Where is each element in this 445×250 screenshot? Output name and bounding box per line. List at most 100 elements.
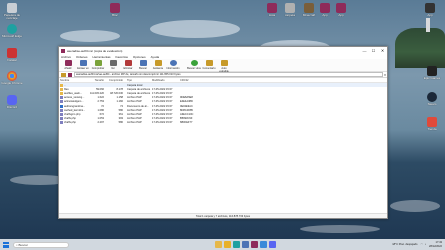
cell-modified: 17-05-2022 15:07 bbox=[152, 108, 173, 112]
find-button[interactable]: Buscar bbox=[136, 60, 150, 70]
recycle-bin-icon bbox=[7, 3, 17, 13]
desktop-icon-epic-games[interactable]: Epic Games bbox=[421, 66, 443, 80]
desktop-icon-installer[interactable]: Instalar bbox=[1, 48, 23, 62]
desktop-icon-edge[interactable]: Microsoft Edge bbox=[1, 24, 23, 38]
chrome-icon bbox=[7, 71, 17, 81]
chevron-down-icon[interactable]: ▾ bbox=[383, 73, 387, 77]
table-row[interactable]: chaffs.php 2.297 580 Archivo PHP 17-05-2022 … bbox=[59, 121, 387, 125]
column-name[interactable]: Nombre bbox=[59, 79, 87, 82]
desktop-icon-label: App bbox=[338, 13, 344, 17]
cell-size: 1.086 bbox=[97, 108, 105, 112]
desktop-icon-discord[interactable]: Discord bbox=[1, 95, 23, 109]
desktop-icon-recycle-bin[interactable]: Papelera de reciclaje bbox=[1, 3, 23, 21]
column-modified[interactable]: Modificado bbox=[151, 79, 179, 82]
folder-icon bbox=[60, 87, 63, 91]
wifi-icon[interactable]: ◠ bbox=[420, 243, 422, 246]
search-box[interactable]: ⌕ Buscar bbox=[13, 241, 69, 248]
winrar-icon bbox=[267, 3, 277, 13]
clock[interactable]: 17:43 28/12/2022 bbox=[429, 241, 442, 247]
store-icon[interactable] bbox=[242, 241, 249, 248]
desktop-icon-label: Epic Games bbox=[423, 76, 441, 80]
folder-icon bbox=[60, 83, 63, 87]
path-field[interactable]: aseradise-auf04.rar\ae-auf04 - archivo Z… bbox=[74, 72, 383, 77]
menu-commands[interactable]: Ordenes bbox=[76, 55, 88, 59]
cell-crc: 0E02E9AC bbox=[180, 104, 193, 108]
wave bbox=[300, 225, 380, 233]
cell-size: 1.622 bbox=[97, 96, 105, 100]
column-type[interactable]: Tipo bbox=[124, 79, 151, 82]
desktop-icon-label: Steam bbox=[427, 102, 437, 106]
desktop-icon-store[interactable]: Tienda bbox=[421, 117, 443, 131]
php-file-icon bbox=[60, 117, 63, 121]
info-icon bbox=[169, 60, 177, 66]
desktop-icon-steam[interactable]: Steam bbox=[421, 92, 443, 106]
explorer-icon[interactable] bbox=[215, 241, 222, 248]
desktop-icon-top-1[interactable]: Bloc bbox=[104, 3, 126, 17]
comment-button[interactable]: Comentario bbox=[202, 60, 216, 70]
column-packed[interactable]: Comprimido bbox=[105, 79, 124, 82]
file-name: .. bbox=[64, 83, 66, 87]
menu-options[interactable]: Opciones bbox=[133, 55, 146, 59]
tool-label: Asistente bbox=[152, 67, 164, 70]
cell-packed: 361 bbox=[118, 112, 123, 116]
desktop-icon-chrome[interactable]: Google Chrome bbox=[1, 71, 23, 85]
minimize-button[interactable]: — bbox=[360, 48, 369, 53]
cell-packed: 580 bbox=[118, 108, 123, 112]
html-file-icon bbox=[60, 104, 63, 108]
desktop-icon-label: Papelera de reciclaje bbox=[3, 13, 21, 21]
cell-crc: A3ECC10C bbox=[180, 112, 194, 116]
clock-date: 28/12/2022 bbox=[429, 244, 442, 248]
desktop-icon-top-7[interactable]: App bbox=[419, 3, 441, 17]
sfx-button[interactable]: Auto extraíble bbox=[217, 60, 231, 73]
mail-icon[interactable] bbox=[260, 241, 267, 248]
chrome-icon[interactable] bbox=[224, 241, 231, 248]
info-button[interactable]: Información bbox=[166, 60, 180, 70]
test-icon bbox=[94, 60, 102, 66]
column-crc[interactable]: CRC32 bbox=[179, 79, 199, 82]
title-bar[interactable]: aseradise-auf04.rar (copia de evaluación… bbox=[59, 47, 387, 54]
edge-icon[interactable] bbox=[233, 241, 240, 248]
desktop-icon-label: Tienda bbox=[427, 127, 437, 131]
edge-icon bbox=[7, 24, 17, 34]
cell-modified: 17-05-2022 15:07 bbox=[152, 104, 173, 108]
test-button[interactable]: Comprobar bbox=[91, 60, 105, 70]
cell-name: acknowledgem... bbox=[59, 100, 87, 104]
cell-name: chaffs.php bbox=[59, 121, 87, 125]
menu-help[interactable]: Ayuda bbox=[151, 55, 159, 59]
virus-scan-button[interactable]: Buscar virus bbox=[187, 60, 201, 70]
search-placeholder: Buscar bbox=[18, 242, 28, 247]
menu-file[interactable]: Archivo bbox=[61, 55, 71, 59]
tool-label: Extraer en bbox=[77, 67, 89, 70]
window-controls: — ☐ ✕ bbox=[360, 48, 387, 53]
extract-button[interactable]: Extraer en bbox=[76, 60, 90, 70]
volume-icon[interactable]: ♪ bbox=[425, 243, 426, 246]
tool-label: Información bbox=[166, 67, 180, 70]
cell-crc: B5993C9F bbox=[180, 117, 193, 121]
column-size[interactable]: Tamaño bbox=[87, 79, 105, 82]
desktop-icon-label: Google Chrome bbox=[1, 81, 23, 85]
wizard-button[interactable]: Asistente bbox=[151, 60, 165, 70]
cell-modified: 17-05-2022 15:07 bbox=[152, 91, 173, 95]
cell-packed: 1.158 bbox=[116, 96, 124, 100]
winrar-icon[interactable] bbox=[251, 241, 258, 248]
menu-favorites[interactable]: Favoritos bbox=[116, 55, 128, 59]
close-button[interactable]: ✕ bbox=[378, 48, 387, 53]
discord-icon[interactable] bbox=[269, 241, 276, 248]
menu-tools[interactable]: Herramientas bbox=[93, 55, 111, 59]
php-file-icon bbox=[60, 112, 63, 116]
folder-up-icon[interactable] bbox=[61, 72, 66, 77]
cell-crc: E4E4A38D bbox=[180, 100, 193, 104]
maximize-button[interactable]: ☐ bbox=[369, 48, 378, 53]
delete-button[interactable]: Eliminar bbox=[121, 60, 135, 70]
file-name: files bbox=[64, 87, 69, 91]
lighthouse bbox=[426, 18, 430, 32]
cell-type: Carpeta de archivos bbox=[127, 91, 151, 95]
start-button[interactable] bbox=[3, 241, 9, 248]
toolbar: Añadir Extraer en Comprobar Ver Eliminar… bbox=[59, 59, 387, 73]
desktop-icon-label: Bloc bbox=[112, 13, 118, 17]
add-button[interactable]: Añadir bbox=[61, 60, 75, 70]
desktop-icon-top-6[interactable]: App bbox=[330, 3, 352, 17]
view-button[interactable]: Ver bbox=[106, 60, 120, 70]
cell-name: files bbox=[59, 87, 87, 91]
php-file-icon bbox=[60, 121, 63, 125]
